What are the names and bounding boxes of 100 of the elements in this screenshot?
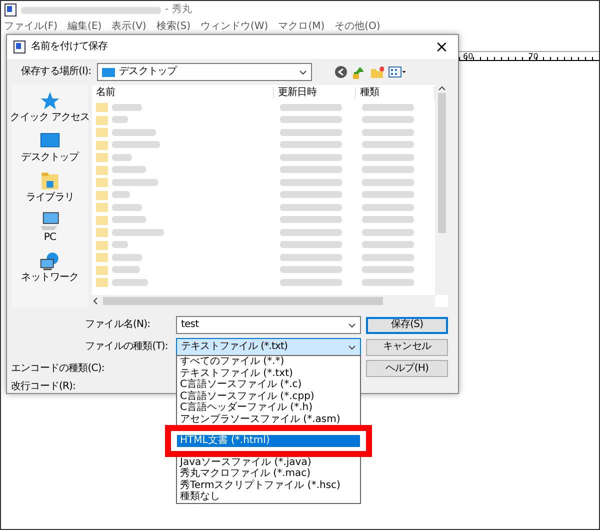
sidebar-item[interactable]: デスクトップ bbox=[21, 131, 79, 164]
folder-icon bbox=[96, 227, 108, 238]
menu-item[interactable]: ファイル(F) bbox=[4, 20, 58, 32]
dropdown-option[interactable]: C言語ヘッダーファイル (*.h) bbox=[177, 402, 360, 414]
sidebar-item[interactable]: ネットワーク bbox=[21, 251, 79, 284]
blurred-text bbox=[112, 266, 140, 274]
sidebar-item[interactable]: クイック アクセス bbox=[10, 91, 90, 124]
blurred-text bbox=[112, 154, 132, 161]
location-dropdown[interactable]: デスクトップ bbox=[97, 63, 312, 81]
dropdown-option[interactable]: HTML文書 (*.html) bbox=[177, 435, 360, 446]
view-menu-icon[interactable] bbox=[388, 65, 406, 79]
menu-item[interactable]: マクロ(M) bbox=[278, 20, 325, 32]
ruler-label: 60 bbox=[463, 52, 474, 60]
folder-icon bbox=[96, 177, 108, 188]
caret-icon bbox=[299, 70, 308, 74]
folder-icon bbox=[96, 114, 108, 125]
back-icon[interactable] bbox=[334, 65, 348, 79]
field-label: 改行コード(R): bbox=[11, 381, 77, 393]
folder-icon bbox=[96, 127, 108, 138]
blurred-text bbox=[362, 216, 414, 224]
blurred-text bbox=[112, 216, 146, 224]
folder-icon bbox=[96, 264, 108, 275]
blurred-text bbox=[280, 166, 342, 174]
dropdown-option[interactable]: Javaソースファイル (*.java) bbox=[177, 456, 360, 468]
app-icon bbox=[4, 3, 17, 17]
menu-item[interactable]: ウィンドウ(W) bbox=[200, 20, 268, 32]
menu-item[interactable]: 表示(V) bbox=[112, 20, 146, 32]
column-header[interactable]: 名前 bbox=[92, 87, 274, 99]
blurred-text bbox=[280, 154, 342, 161]
blurred-text bbox=[362, 241, 414, 248]
blurred-text bbox=[280, 204, 342, 211]
new-folder-icon[interactable] bbox=[370, 65, 384, 79]
column-header[interactable]: 更新日時 bbox=[274, 87, 356, 99]
dropdown-option[interactable]: 種類なし bbox=[177, 491, 360, 502]
blurred-text bbox=[280, 241, 342, 248]
blurred-text bbox=[280, 254, 342, 261]
blurred-text bbox=[362, 154, 414, 161]
desktop-icon bbox=[102, 66, 116, 78]
dialog-button[interactable]: キャンセル bbox=[366, 338, 448, 356]
folder-icon bbox=[96, 240, 108, 250]
field-label: 保存する場所(I): bbox=[21, 66, 92, 78]
dialog-button[interactable]: 保存(S) bbox=[366, 316, 448, 334]
network-icon bbox=[38, 251, 61, 271]
blurred-text bbox=[362, 204, 414, 211]
vertical-scrollbar[interactable] bbox=[435, 85, 448, 295]
dropdown-option[interactable]: すべてのファイル (*.*) bbox=[177, 356, 360, 368]
blurred-text bbox=[280, 278, 342, 286]
folder-icon bbox=[96, 252, 108, 262]
blurred-text bbox=[280, 141, 342, 148]
blurred-text bbox=[112, 228, 164, 236]
field-label: エンコードの種類(C): bbox=[11, 362, 106, 374]
blurred-text bbox=[280, 191, 342, 198]
dialog-button[interactable]: ヘルプ(H) bbox=[366, 360, 448, 377]
blurred-text bbox=[280, 216, 342, 224]
dialog-title: 名前を付けて保存 bbox=[31, 41, 108, 53]
field-label: ファイルの種類(T): bbox=[85, 341, 169, 353]
blurred-text bbox=[112, 241, 128, 248]
folder-icon bbox=[96, 102, 108, 112]
library-icon bbox=[38, 171, 61, 191]
folder-icon bbox=[96, 214, 108, 225]
sidebar-item[interactable]: PC bbox=[39, 211, 61, 244]
sidebar-item[interactable]: ライブラリ bbox=[26, 171, 74, 204]
blurred-text bbox=[112, 104, 142, 111]
blurred-text bbox=[280, 266, 342, 274]
folder-icon bbox=[96, 140, 108, 150]
folder-icon bbox=[96, 152, 108, 162]
dropdown-option[interactable]: アセンブラソースファイル (*.asm) bbox=[177, 414, 360, 425]
blurred-text bbox=[112, 191, 130, 198]
file-name-field[interactable]: test bbox=[176, 316, 361, 334]
blurred-text bbox=[112, 204, 142, 211]
dropdown-option[interactable]: 秀丸マクロファイル (*.mac) bbox=[177, 468, 360, 480]
menu-item[interactable]: その他(O) bbox=[334, 20, 380, 32]
blurred-text bbox=[362, 166, 414, 174]
blurred-text bbox=[112, 116, 128, 124]
blurred-text bbox=[362, 128, 414, 136]
dropdown-option[interactable]: C言語ソースファイル (*.c) bbox=[177, 379, 360, 390]
blurred-text bbox=[362, 278, 414, 286]
blurred-text bbox=[112, 141, 160, 148]
blurred-text bbox=[362, 116, 414, 124]
blurred-text bbox=[280, 128, 342, 136]
folder-icon bbox=[96, 190, 108, 200]
file-type-dropdown[interactable]: テキストファイル (*.txt) bbox=[176, 338, 361, 356]
blurred-text bbox=[362, 104, 414, 111]
dropdown-option[interactable]: C言語ソースファイル (*.cpp) bbox=[177, 390, 360, 402]
star-icon bbox=[39, 91, 61, 111]
up-folder-icon[interactable] bbox=[352, 65, 366, 79]
window-title: - 秀丸 bbox=[165, 4, 192, 16]
dropdown-option[interactable]: テキストファイル (*.txt) bbox=[177, 368, 360, 379]
blurred-text bbox=[112, 278, 148, 286]
folder-icon bbox=[96, 277, 108, 288]
blurred-text bbox=[362, 141, 414, 148]
folder-icon bbox=[96, 164, 108, 175]
blurred-text bbox=[362, 254, 414, 261]
dropdown-option[interactable]: 秀Termスクリプトファイル (*.hsc) bbox=[177, 480, 360, 491]
horizontal-scrollbar[interactable] bbox=[92, 295, 435, 307]
app-icon bbox=[13, 40, 26, 54]
blurred-text bbox=[362, 266, 414, 274]
close-button[interactable]: × bbox=[430, 39, 452, 55]
menu-item[interactable]: 検索(S) bbox=[156, 20, 190, 32]
menu-item[interactable]: 編集(E) bbox=[68, 20, 102, 32]
